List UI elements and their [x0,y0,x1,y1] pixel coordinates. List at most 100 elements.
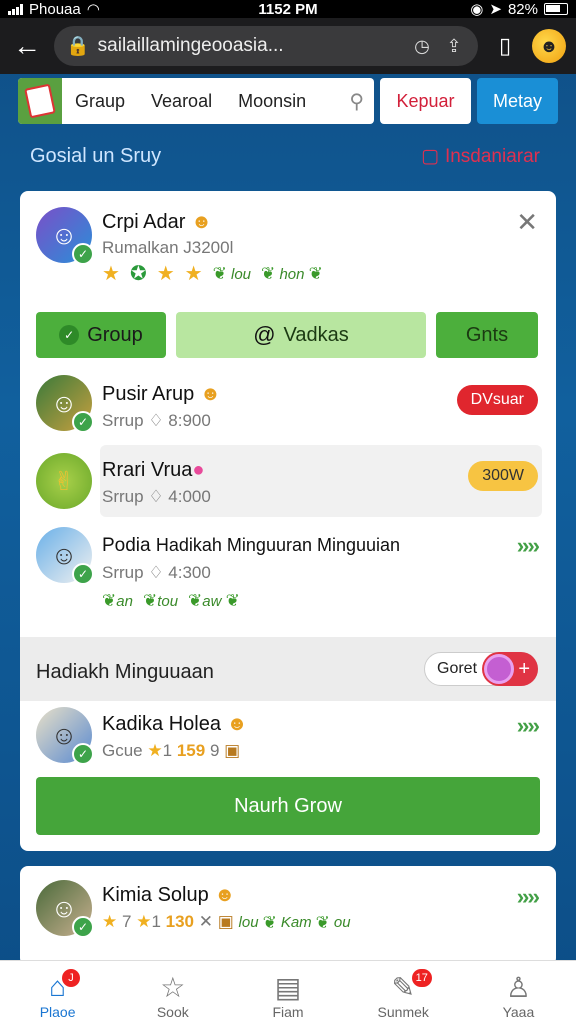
list-item[interactable]: ☺ ✓ Kimia Solup ☻ ★ 7 ★1 130 ✕ ▣ lou ❦ Ka… [20,878,556,954]
nav-tab-moonsin[interactable]: Moonsin [225,91,319,112]
url-text: sailaillamingeooasia... [97,35,284,56]
star-icon: ★ [147,741,163,760]
search-icon[interactable]: ⚲ [349,89,364,114]
avatar[interactable]: ☺ ✓ [36,207,94,265]
toggle-switch[interactable]: + [482,652,538,686]
profile-icon: ♙ [505,971,531,1003]
verified-check-icon: ✓ [72,743,94,765]
document-icon: ▤ [274,971,302,1003]
leaf-tag: ❦aw ❦ [188,591,240,610]
leaf-icon: ❦ [262,912,277,932]
battery-icon [544,3,568,15]
profile-subtitle: Rumalkan J3200l [102,238,234,257]
chevrons-right-icon[interactable]: ›››› [517,533,540,559]
list-item[interactable]: ☺ ✓ Kadika Holea ☻ Gcue ★1 159 9 ▣ ›››› [20,703,556,779]
close-small-icon: ✕ [198,912,213,931]
status-left: Phouaa ◠ [8,0,208,18]
status-time: 1152 PM [258,0,318,18]
person-icon: ☺ [50,219,78,250]
leaf-icon: ❦ [212,263,227,283]
profile-tags: ★ ✪ ★ ★ ❦ lou ❦ hon ❦ [102,261,323,286]
naurh-grow-button[interactable]: Naurh Grow [36,777,540,835]
secondary-card: ☺ ✓ Kimia Solup ☻ ★ 7 ★1 130 ✕ ▣ lou ❦ Ka… [20,866,556,966]
address-bar[interactable]: 🔒 sailaillamingeooasia... ◷ ⇪ [54,26,478,66]
chevron-down-icon: ✓ [59,325,80,345]
notification-badge: 17 [411,969,432,987]
gift-icon: ▣ [217,912,234,931]
leaf-icon: ❦ [102,591,117,610]
tab-vadkas-label: Vadkas [283,323,349,346]
list-item[interactable]: ☺ ✓ Pusir Arup ☻ Srrup ♢ 8:900 DVsuar [20,371,556,447]
chevrons-right-icon[interactable]: ›››› [517,884,540,910]
leaf-icon: ❦ [225,591,240,610]
group-icon: ☺ [50,539,78,570]
at-icon: @ [253,322,276,347]
tab-row: ✓ Group @ Vadkas Gnts [36,312,540,358]
tab-group[interactable]: ✓ Group [36,312,166,358]
list-item[interactable]: ☺ ✓ Podia Hadikah Minguuran Minguuian Sr… [20,521,556,621]
item-subtitle: ★ 7 ★1 130 ✕ ▣ lou ❦ Kam ❦ ou [102,912,351,932]
hand-icon: ✌ [53,465,75,496]
tab-gnts[interactable]: Gnts [436,312,538,358]
star-icon: ★ [102,263,120,285]
share-icon[interactable]: ⇪ [442,34,466,58]
leaf-tag: ❦tou [142,591,179,610]
notification-badge: J [62,969,80,987]
gift-icon: ▣ [224,741,241,760]
section-title: Gosial un Sruy [30,145,162,167]
tab-yaaa[interactable]: ♙ Yaaa [461,961,576,1024]
tab-plaoe[interactable]: ⌂ J Plaoe [0,961,115,1024]
clipboard-icon[interactable]: ▯ [488,29,522,63]
chevrons-right-icon[interactable]: ›››› [517,713,540,739]
tab-sunmek[interactable]: ✎ 17 Sunmek [346,961,461,1024]
item-name: Kadika Holea ☻ [102,713,248,735]
tab-sook[interactable]: ☆ Sook [115,961,230,1024]
tab-label: Plaoe [39,1004,76,1020]
browser-bar: ← 🔒 sailaillamingeooasia... ◷ ⇪ ▯ ☻ [0,18,576,74]
verified-check-icon: ✓ [72,563,94,585]
tab-vadkas[interactable]: @ Vadkas [176,312,426,358]
like-icon: ♢ [148,487,164,506]
bag-icon: ▢ [420,146,439,167]
nav-tab-vearoal[interactable]: Vearoal [138,91,225,112]
battery-percent: 82% [507,0,538,18]
star-outline-icon: ✪ [129,263,147,285]
leaf-tag: ❦ lou [212,263,252,283]
status-badge[interactable]: DVsuar [456,385,538,415]
top-nav: Graup Vearoal Moonsin ⚲ Kepuar Metay [18,78,559,124]
like-icon: ♢ [148,563,164,582]
nav-tab-graup[interactable]: Graup [62,91,138,112]
section-action[interactable]: ▢ Insdaniarar [421,145,540,168]
lock-icon: 🔒 [66,36,90,57]
avatar: ☺ ✓ [36,880,94,938]
main-card: ☺ ✓ Crpi Adar ☻ Rumalkan J3200l ✕ ★ ✪ ★ … [20,191,556,851]
clock-icon[interactable]: ◷ [410,34,434,58]
close-icon[interactable]: ✕ [516,207,538,238]
wifi-icon: ◠ [86,1,100,18]
nav-main: Graup Vearoal Moonsin ⚲ [18,78,374,124]
metay-button[interactable]: Metay [476,78,559,124]
back-arrow-icon[interactable]: ← [10,29,44,63]
status-right: ◉ ➤ 82% [368,0,568,18]
person-icon: ☺ [50,892,78,923]
profile-name: Crpi Adar ☻ [102,211,212,233]
app-logo-icon[interactable] [18,78,62,124]
list-item[interactable]: ✌ Rrari Vrua● Srrup ♢ 4:000 300W [20,445,556,521]
kepuar-button[interactable]: Kepuar [380,78,471,124]
verified-check-icon: ✓ [72,243,94,265]
status-bar: Phouaa ◠ 1152 PM ◉ ➤ 82% [0,0,576,18]
tab-fiam[interactable]: ▤ Fiam [230,961,345,1024]
tab-label: Sook [156,1004,189,1020]
avatar: ✌ [36,453,92,509]
goret-toggle[interactable]: Goret + [424,652,538,686]
goret-label: Goret [437,660,478,677]
signal-icon [8,3,23,15]
profile-avatar-icon[interactable]: ☻ [532,29,566,63]
star-outline-icon: ☆ [160,971,186,1003]
avatar: ☺ ✓ [36,527,94,585]
lock-rotation-icon: ◉ [470,1,484,18]
item-tags: lou ❦ Kam ❦ ou [238,912,351,932]
status-badge[interactable]: 300W [468,461,538,491]
bottom-tab-bar: ⌂ J Plaoe ☆ Sook ▤ Fiam ✎ 17 Sunmek ♙ Ya… [0,960,576,1024]
emoji-icon: ☻ [190,211,212,233]
